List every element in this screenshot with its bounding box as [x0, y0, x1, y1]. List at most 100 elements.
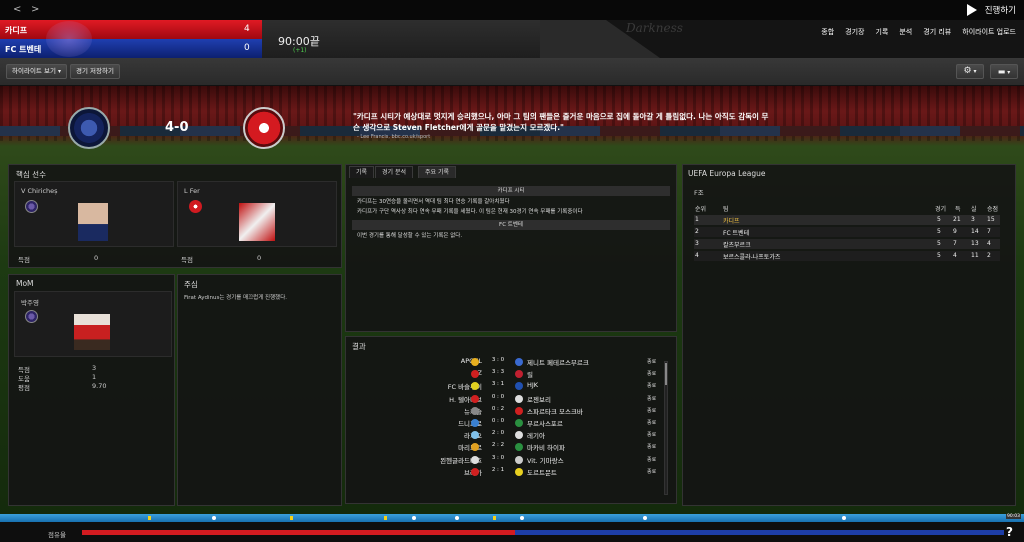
standing-played: 5 [937, 228, 941, 235]
result-row[interactable]: AZ3 : 3릴종료 [351, 368, 667, 380]
result-status: 종료 [647, 420, 657, 426]
standings-header: 순위 팀 경기 득 실 승점 [694, 203, 1000, 213]
proceed-button[interactable]: 진행하기 [966, 2, 1016, 18]
mom-title: MoM [16, 279, 34, 288]
result-score: 2 : 0 [491, 430, 505, 437]
home-crest-icon[interactable] [68, 107, 110, 149]
standing-position: 3 [695, 240, 699, 247]
goal-marker[interactable] [493, 516, 496, 520]
save-match-button[interactable]: 경기 저장하기 [70, 64, 120, 79]
settings-button[interactable]: ⚙ ▾ [956, 64, 984, 79]
tab-match-analysis[interactable]: 경기 분석 [375, 166, 413, 178]
result-away-team[interactable]: 로젠보리 [527, 394, 551, 404]
save-match-label: 경기 저장하기 [76, 67, 114, 75]
away-crest-icon[interactable] [243, 107, 285, 149]
event-marker[interactable] [212, 516, 216, 520]
result-row[interactable]: 드니프로 0 : 0 부르사스포르 종료 [351, 417, 667, 429]
col-played[interactable]: 경기 [935, 204, 946, 213]
result-row[interactable]: 라치오2 : 0레기아종료 [351, 429, 667, 441]
result-row[interactable]: 묀헨글라드바흐 3 : 0 Vit. 기마랑스 종료 [351, 454, 667, 466]
away-club-badge-icon [515, 467, 523, 476]
report-home-header: 카디프 시티 [352, 186, 670, 196]
chat-button[interactable]: ▬ ▾ [990, 64, 1018, 79]
standing-team[interactable]: 칼츠부르크 [723, 240, 751, 249]
nav-upload-highlights[interactable]: 하이라이트 업로드 [962, 27, 1016, 37]
view-highlights-button[interactable]: 하이라이트 보기 ▾ [6, 64, 67, 79]
event-marker[interactable] [412, 516, 416, 520]
home-key-player-name[interactable]: V Chiricheș [21, 187, 58, 195]
event-marker[interactable] [643, 516, 647, 520]
goal-marker[interactable] [290, 516, 293, 520]
home-key-stat-label: 득점 [18, 256, 30, 264]
standing-ga: 13 [971, 240, 979, 247]
home-crest-watermark-icon [46, 21, 92, 57]
mom-player-name[interactable]: 박주영 [21, 297, 39, 307]
result-row[interactable]: 브라가2 : 1도르트문트종료 [351, 466, 667, 478]
referee-comment: Firat Aydinus는 경기를 매끄럽게 진행했다. [184, 295, 288, 301]
result-away-team[interactable]: 마카비 하이파 [527, 442, 565, 452]
nav-pitch[interactable]: 경기장 [845, 27, 864, 37]
chevron-down-icon: ▾ [973, 68, 977, 75]
home-key-stat-value: 0 [94, 254, 99, 262]
result-row[interactable]: 뉴캐슬0 : 2스파르타크 모스크바종료 [351, 405, 667, 417]
result-status: 종료 [647, 432, 657, 439]
away-key-stat-label: 득점 [181, 256, 193, 264]
help-button[interactable]: ? [1006, 525, 1018, 539]
mom-stat-value: 3 [92, 364, 97, 372]
away-club-badge-icon [515, 443, 523, 452]
standings-row[interactable]: 2 FC 트벤테 5 9 14 7 [694, 227, 1000, 237]
standing-position: 2 [695, 228, 699, 235]
forward-button[interactable]: > [31, 4, 39, 15]
col-gf[interactable]: 득 [955, 204, 961, 213]
result-row[interactable]: 마리보르 2 : 2 마카비 하이파 종료 [351, 441, 667, 453]
back-button[interactable]: < [13, 4, 21, 15]
event-marker[interactable] [455, 516, 459, 520]
event-marker[interactable] [520, 516, 524, 520]
col-team[interactable]: 팀 [723, 204, 729, 213]
home-club-badge-icon [471, 419, 479, 427]
match-timeline[interactable] [0, 514, 1024, 522]
referee-title: 주심 [184, 280, 198, 289]
tab-key-records[interactable]: 주요 기록 [418, 166, 456, 178]
event-marker[interactable] [842, 516, 846, 520]
result-away-team[interactable]: 레기아 [527, 430, 545, 440]
tab-records[interactable]: 기록 [349, 166, 375, 178]
nav-overview[interactable]: 종합 [821, 27, 834, 37]
result-away-team[interactable]: 제니트 페테르스부르크 [527, 357, 589, 367]
standing-points: 7 [987, 228, 991, 235]
home-team-name[interactable]: 카디프 [5, 25, 27, 36]
standings-row[interactable]: 1 카디프 5 21 3 15 [694, 215, 1000, 225]
standings-row[interactable]: 3 칼츠부르크 5 7 13 4 [694, 239, 1000, 249]
result-score: 3 : 1 [491, 381, 505, 388]
standing-team[interactable]: 보르스콜라-나프토가즈 [723, 252, 780, 261]
result-row[interactable]: FC 바슬루이 3 : 1 HJK 종료 [351, 380, 667, 392]
away-key-player-name[interactable]: L Fer [184, 187, 200, 195]
key-players-title: 핵심 선수 [16, 170, 46, 179]
goal-marker[interactable] [384, 516, 387, 520]
standing-points: 2 [987, 252, 991, 259]
view-highlights-label: 하이라이트 보기 [12, 67, 56, 75]
result-away-team[interactable]: Vit. 기마랑스 [527, 455, 564, 465]
standings-row[interactable]: 4 보르스콜라-나프토가즈 5 4 11 2 [694, 251, 1000, 261]
nav-analysis[interactable]: 분석 [899, 27, 912, 37]
away-team-name[interactable]: FC 트벤테 [5, 44, 41, 55]
nav-review[interactable]: 경기 리뷰 [923, 27, 951, 37]
result-away-team[interactable]: 부르사스포르 [527, 418, 563, 428]
col-ga[interactable]: 실 [971, 204, 977, 213]
col-pts[interactable]: 승점 [987, 204, 998, 213]
results-scroll-thumb[interactable] [665, 363, 667, 385]
standing-played: 5 [937, 216, 941, 223]
possession-label: 점유율 [48, 531, 66, 539]
nav-stats[interactable]: 기록 [875, 27, 888, 37]
result-away-team[interactable]: 릴 [527, 369, 533, 379]
result-away-team[interactable]: 스파르타크 모스크바 [527, 406, 583, 416]
result-away-team[interactable]: HJK [527, 381, 538, 389]
goal-marker[interactable] [148, 516, 151, 520]
result-row[interactable]: H. 텔아비브 0 : 0 로젠보리 종료 [351, 393, 667, 405]
standing-team[interactable]: FC 트벤테 [723, 228, 749, 237]
standing-team[interactable]: 카디프 [723, 216, 740, 225]
result-row[interactable]: APOEL3 : 0제니트 페테르스부르크종료 [351, 356, 667, 368]
competition-name[interactable]: UEFA Europa League [688, 169, 766, 178]
col-pos[interactable]: 순위 [695, 204, 706, 213]
result-away-team[interactable]: 도르트문트 [527, 467, 557, 477]
